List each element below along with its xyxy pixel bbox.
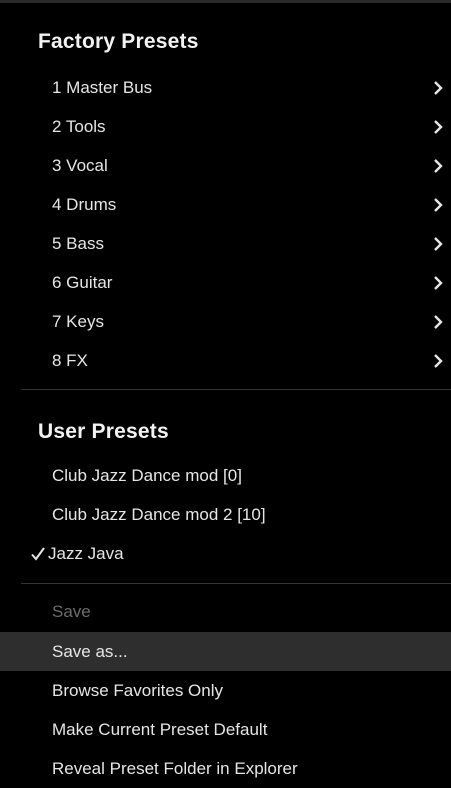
menu-divider xyxy=(21,389,451,390)
menu-item-vocal[interactable]: 3 Vocal xyxy=(0,146,451,185)
menu-item-label: 1 Master Bus xyxy=(52,77,153,97)
preset-menu: Factory Presets 1 Master Bus 2 Tools 3 V… xyxy=(0,0,451,788)
save-menu-item[interactable]: Save xyxy=(0,592,451,631)
menu-top-edge xyxy=(0,0,451,3)
menu-item-jazz-java[interactable]: Jazz Java xyxy=(0,534,451,573)
menu-item-label: 8 FX xyxy=(52,350,88,370)
menu-item-master-bus[interactable]: 1 Master Bus xyxy=(0,68,451,107)
chevron-right-icon xyxy=(434,236,443,251)
menu-item-label: Save as... xyxy=(52,641,128,661)
menu-divider xyxy=(21,583,451,584)
user-presets-heading: User Presets xyxy=(38,420,169,443)
menu-item-label: Reveal Preset Folder in Explorer xyxy=(52,758,298,778)
menu-item-label: 4 Drums xyxy=(52,194,117,214)
reveal-folder-menu-item[interactable]: Reveal Preset Folder in Explorer xyxy=(0,749,451,788)
make-default-menu-item[interactable]: Make Current Preset Default xyxy=(0,710,451,749)
browse-favorites-menu-item[interactable]: Browse Favorites Only xyxy=(0,671,451,710)
menu-item-label: 7 Keys xyxy=(52,311,104,331)
chevron-right-icon xyxy=(434,197,443,212)
menu-item-label: 6 Guitar xyxy=(52,272,113,292)
menu-item-club-jazz-dance-mod-2[interactable]: Club Jazz Dance mod 2 [10] xyxy=(0,495,451,534)
menu-item-label: 5 Bass xyxy=(52,233,104,253)
chevron-right-icon xyxy=(434,119,443,134)
save-as-menu-item[interactable]: Save as... xyxy=(0,632,451,671)
menu-item-label: 2 Tools xyxy=(52,116,106,136)
menu-item-label: Club Jazz Dance mod [0] xyxy=(52,465,242,485)
factory-presets-heading: Factory Presets xyxy=(38,30,199,53)
chevron-right-icon xyxy=(434,275,443,290)
checkmark-icon xyxy=(31,546,45,561)
chevron-right-icon xyxy=(434,158,443,173)
menu-item-club-jazz-dance-mod[interactable]: Club Jazz Dance mod [0] xyxy=(0,456,451,495)
menu-item-label: 3 Vocal xyxy=(52,155,108,175)
menu-item-tools[interactable]: 2 Tools xyxy=(0,107,451,146)
menu-item-drums[interactable]: 4 Drums xyxy=(0,185,451,224)
menu-item-label: Club Jazz Dance mod 2 [10] xyxy=(52,504,266,524)
chevron-right-icon xyxy=(434,314,443,329)
chevron-right-icon xyxy=(434,353,443,368)
chevron-right-icon xyxy=(434,80,443,95)
menu-item-guitar[interactable]: 6 Guitar xyxy=(0,263,451,302)
menu-item-label: Jazz Java xyxy=(48,543,124,563)
menu-item-fx[interactable]: 8 FX xyxy=(0,341,451,380)
menu-item-label: Make Current Preset Default xyxy=(52,719,268,739)
menu-item-keys[interactable]: 7 Keys xyxy=(0,302,451,341)
menu-item-label: Browse Favorites Only xyxy=(52,680,223,700)
menu-item-label: Save xyxy=(52,601,91,621)
menu-item-bass[interactable]: 5 Bass xyxy=(0,224,451,263)
